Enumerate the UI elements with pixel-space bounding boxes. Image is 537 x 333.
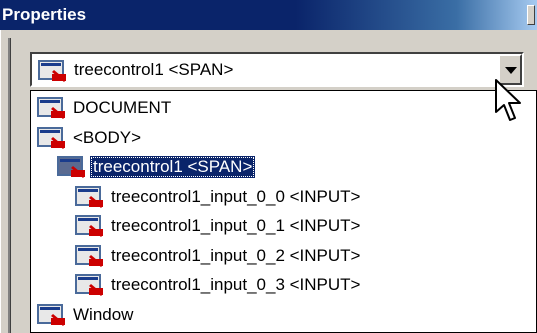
mouse-cursor-icon bbox=[495, 79, 521, 121]
window-title: Properties bbox=[2, 5, 87, 24]
tree-item-label: treecontrol1 <SPAN> bbox=[90, 156, 256, 178]
combobox-value: treecontrol1 <SPAN> bbox=[74, 60, 234, 79]
window-titlebar[interactable]: Properties bbox=[0, 0, 537, 30]
tree-item[interactable]: <BODY> bbox=[37, 125, 144, 151]
tree-item[interactable]: treecontrol1 <SPAN> bbox=[57, 154, 256, 180]
html-element-icon bbox=[75, 215, 103, 237]
tree-item-label: treecontrol1_input_0_2 <INPUT> bbox=[111, 245, 361, 265]
chevron-down-icon bbox=[505, 67, 517, 74]
titlebar-button[interactable] bbox=[527, 5, 535, 25]
window-icon bbox=[37, 303, 65, 326]
html-element-icon bbox=[37, 97, 65, 119]
tree-item[interactable]: treecontrol1_input_0_3 <INPUT> bbox=[75, 272, 364, 298]
html-element-icon bbox=[75, 244, 103, 267]
tree-item-label: DOCUMENT bbox=[73, 98, 172, 117]
tree-item[interactable]: Window bbox=[37, 302, 136, 328]
panel-border-inner bbox=[10, 38, 11, 333]
element-selector-combobox[interactable]: treecontrol1 <SPAN> bbox=[30, 52, 524, 87]
html-element-icon bbox=[38, 60, 66, 82]
element-tree-dropdown[interactable]: DOCUMENT <BODY> treecontrol1 <SPAN> treecon… bbox=[30, 90, 537, 333]
html-element-icon bbox=[57, 156, 85, 178]
tree-item-label: treecontrol1_input_0_0 <INPUT> bbox=[111, 186, 361, 206]
html-element-icon bbox=[75, 185, 103, 208]
tree-item-label: Window bbox=[73, 304, 134, 324]
tree-item-label: treecontrol1_input_0_1 <INPUT> bbox=[111, 216, 361, 235]
tree-item-label: <BODY> bbox=[73, 127, 142, 147]
html-element-icon bbox=[37, 126, 65, 149]
tree-item[interactable]: treecontrol1_input_0_0 <INPUT> bbox=[75, 184, 364, 210]
tree-item[interactable]: treecontrol1_input_0_2 <INPUT> bbox=[75, 243, 364, 269]
tree-item[interactable]: treecontrol1_input_0_1 <INPUT> bbox=[75, 213, 364, 239]
tree-item[interactable]: DOCUMENT bbox=[37, 95, 174, 121]
html-element-icon bbox=[75, 274, 103, 296]
tree-item-label: treecontrol1_input_0_3 <INPUT> bbox=[111, 275, 361, 294]
